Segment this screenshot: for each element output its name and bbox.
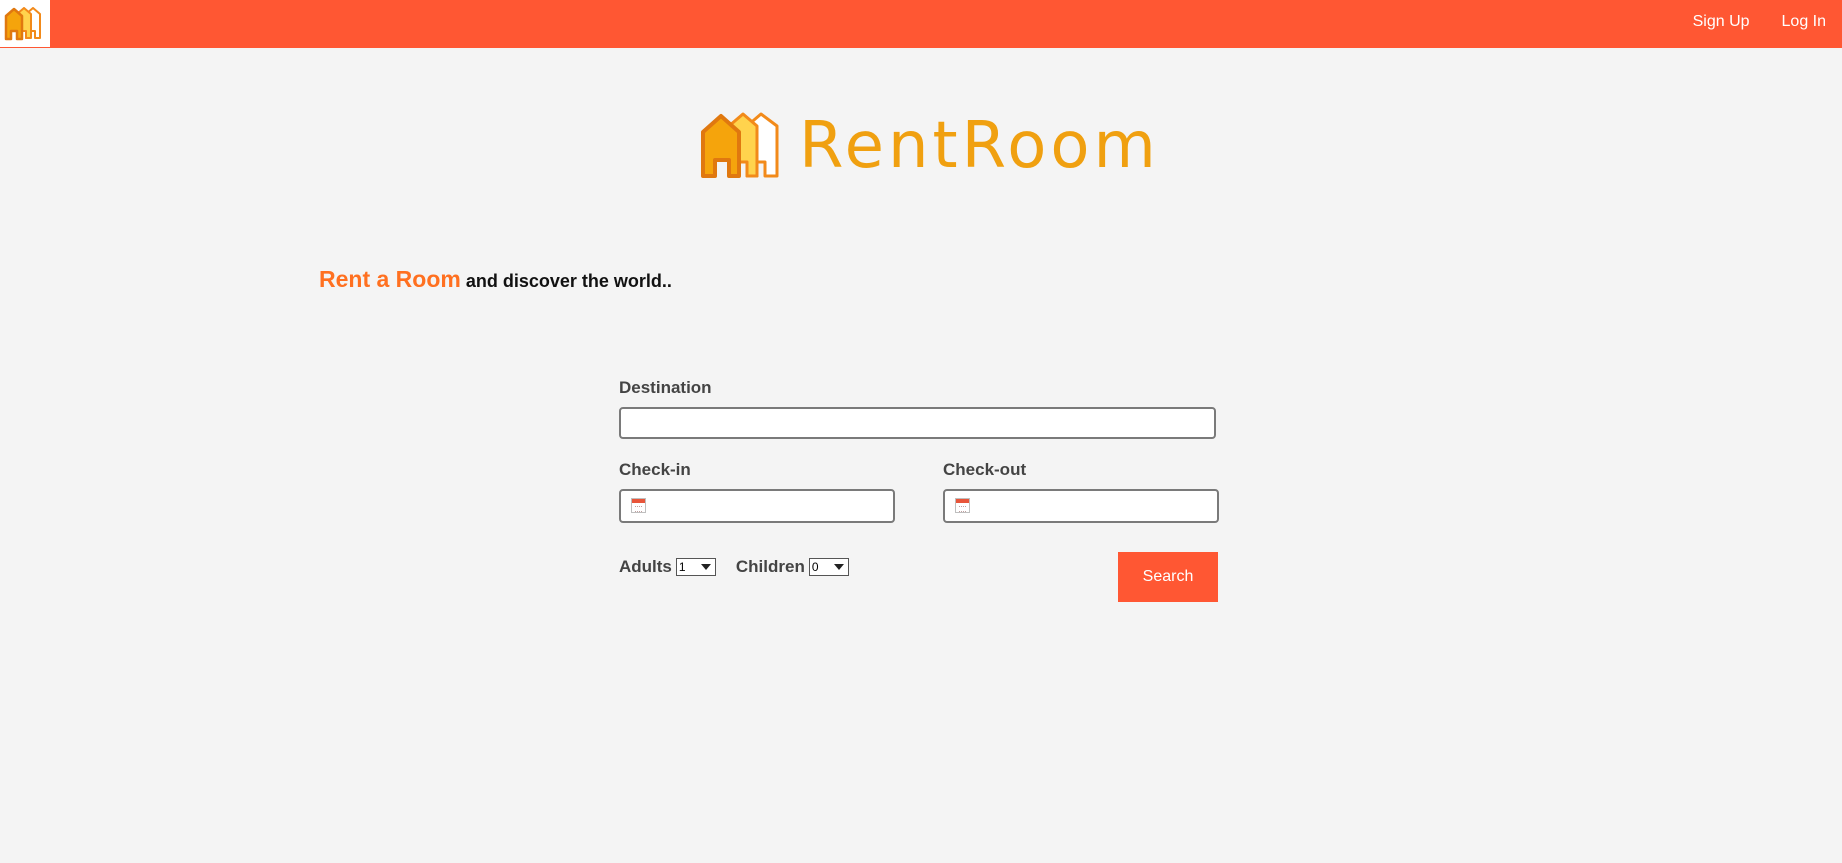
houses-logo-icon — [701, 112, 779, 178]
calendar-icon[interactable] — [955, 498, 970, 513]
children-select[interactable]: 0 — [808, 558, 849, 576]
houses-logo-icon — [4, 6, 41, 40]
check-out-group: Check-out — [943, 460, 1219, 523]
check-in-label: Check-in — [619, 460, 691, 479]
calendar-icon[interactable] — [631, 498, 646, 513]
tagline: Rent a Room and discover the world.. — [319, 266, 672, 293]
check-in-group: Check-in — [619, 460, 895, 523]
log-in-link[interactable]: Log In — [1782, 13, 1826, 31]
top-navbar: Sign Up Log In — [0, 0, 1842, 48]
search-form: Destination Check-in Check-out Adults 1 … — [619, 378, 1219, 602]
destination-label: Destination — [619, 378, 712, 397]
check-out-input[interactable] — [943, 489, 1219, 523]
tagline-text: and discover the world.. — [465, 271, 672, 291]
children-select-value: 0 — [811, 560, 819, 574]
brand-name: RentRoom — [799, 109, 1160, 183]
destination-input[interactable] — [619, 407, 1216, 439]
guests-row: Adults 1 Children 0 — [619, 557, 869, 577]
check-in-input[interactable] — [619, 489, 895, 523]
home-logo-link[interactable] — [0, 0, 50, 47]
brand-logo: RentRoom — [699, 112, 1160, 180]
tagline-accent: Rent a Room — [319, 266, 461, 292]
chevron-down-icon — [700, 564, 711, 570]
adults-select-value: 1 — [678, 560, 686, 574]
adults-select[interactable]: 1 — [675, 558, 716, 576]
children-label: Children — [735, 557, 805, 576]
search-button[interactable]: Search — [1118, 552, 1218, 602]
check-out-label: Check-out — [943, 460, 1027, 479]
chevron-down-icon — [833, 564, 844, 570]
sign-up-link[interactable]: Sign Up — [1693, 13, 1750, 31]
nav-links: Sign Up Log In — [1693, 0, 1826, 44]
adults-label: Adults — [619, 557, 672, 576]
